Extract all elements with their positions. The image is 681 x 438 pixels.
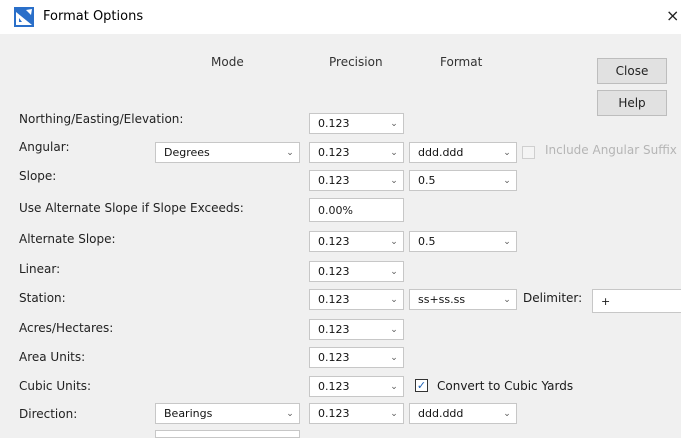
column-header-precision: Precision <box>329 55 383 69</box>
slope-label: Slope: <box>19 169 57 183</box>
include-angular-suffix-checkbox[interactable] <box>522 146 535 159</box>
direction-precision-value: 0.123 <box>318 407 350 420</box>
chevron-down-icon: ⌄ <box>390 294 398 305</box>
chevron-down-icon: ⌄ <box>503 175 511 186</box>
chevron-down-icon: ⌄ <box>286 147 294 158</box>
alternate-slope-label: Alternate Slope: <box>19 232 116 246</box>
include-angular-suffix-label: Include Angular Suffix <box>545 143 677 157</box>
chevron-down-icon: ⌄ <box>390 266 398 277</box>
station-label: Station: <box>19 291 66 305</box>
chevron-down-icon: ⌄ <box>286 408 294 419</box>
chevron-down-icon: ⌄ <box>503 408 511 419</box>
northing-precision-value: 0.123 <box>318 117 350 130</box>
acres-hectares-label: Acres/Hectares: <box>19 321 114 335</box>
linear-precision-dropdown[interactable]: 0.123 ⌄ <box>309 261 404 282</box>
title-bar: Format Options × <box>0 0 681 34</box>
alternate-slope-format-dropdown[interactable]: 0.5 ⌄ <box>409 231 517 252</box>
angular-mode-dropdown[interactable]: Degrees ⌄ <box>155 142 300 163</box>
angular-format-dropdown[interactable]: ddd.ddd ⌄ <box>409 142 517 163</box>
chevron-down-icon: ⌄ <box>390 236 398 247</box>
chevron-down-icon: ⌄ <box>390 381 398 392</box>
direction-mode-value: Bearings <box>164 407 213 420</box>
acres-precision-value: 0.123 <box>318 323 350 336</box>
angular-label: Angular: <box>19 140 70 154</box>
close-button[interactable]: Close <box>597 58 667 84</box>
window-title: Format Options <box>43 9 144 24</box>
alternate-slope-precision-value: 0.123 <box>318 235 350 248</box>
cubic-units-label: Cubic Units: <box>19 379 92 393</box>
close-icon[interactable]: × <box>666 6 679 25</box>
station-precision-dropdown[interactable]: 0.123 ⌄ <box>309 289 404 310</box>
direction-format-value: ddd.ddd <box>418 407 464 420</box>
help-button[interactable]: Help <box>597 90 667 116</box>
station-format-value: ss+ss.ss <box>418 293 466 306</box>
use-alternate-slope-label: Use Alternate Slope if Slope Exceeds: <box>19 201 244 215</box>
slope-format-dropdown[interactable]: 0.5 ⌄ <box>409 170 517 191</box>
cubic-precision-value: 0.123 <box>318 380 350 393</box>
chevron-down-icon: ⌄ <box>390 147 398 158</box>
linear-label: Linear: <box>19 262 61 276</box>
slope-format-value: 0.5 <box>418 174 436 187</box>
linear-precision-value: 0.123 <box>318 265 350 278</box>
station-precision-value: 0.123 <box>318 293 350 306</box>
next-row-dropdown[interactable] <box>155 430 300 438</box>
chevron-down-icon: ⌄ <box>503 294 511 305</box>
chevron-down-icon: ⌄ <box>503 147 511 158</box>
chevron-down-icon: ⌄ <box>390 352 398 363</box>
direction-mode-dropdown[interactable]: Bearings ⌄ <box>155 403 300 424</box>
area-units-label: Area Units: <box>19 350 86 364</box>
pen-triangle-icon <box>14 7 34 27</box>
use-alternate-slope-input[interactable]: 0.00% <box>309 198 404 222</box>
convert-cubic-yards-checkbox[interactable]: ✓ <box>415 379 428 392</box>
angular-format-value: ddd.ddd <box>418 146 464 159</box>
area-precision-dropdown[interactable]: 0.123 ⌄ <box>309 347 404 368</box>
chevron-down-icon: ⌄ <box>390 324 398 335</box>
angular-precision-dropdown[interactable]: 0.123 ⌄ <box>309 142 404 163</box>
alternate-slope-format-value: 0.5 <box>418 235 436 248</box>
northing-label: Northing/Easting/Elevation: <box>19 112 184 126</box>
column-header-format: Format <box>440 55 483 69</box>
direction-precision-dropdown[interactable]: 0.123 ⌄ <box>309 403 404 424</box>
angular-precision-value: 0.123 <box>318 146 350 159</box>
alternate-slope-precision-dropdown[interactable]: 0.123 ⌄ <box>309 231 404 252</box>
delimiter-input[interactable]: + <box>592 289 681 313</box>
delimiter-label: Delimiter: <box>523 291 583 305</box>
slope-precision-value: 0.123 <box>318 174 350 187</box>
chevron-down-icon: ⌄ <box>390 175 398 186</box>
cubic-precision-dropdown[interactable]: 0.123 ⌄ <box>309 376 404 397</box>
checkmark-icon: ✓ <box>416 379 427 392</box>
chevron-down-icon: ⌄ <box>390 118 398 129</box>
slope-precision-dropdown[interactable]: 0.123 ⌄ <box>309 170 404 191</box>
angular-mode-value: Degrees <box>164 146 210 159</box>
convert-cubic-yards-label: Convert to Cubic Yards <box>437 379 574 393</box>
station-format-dropdown[interactable]: ss+ss.ss ⌄ <box>409 289 517 310</box>
direction-format-dropdown[interactable]: ddd.ddd ⌄ <box>409 403 517 424</box>
direction-label: Direction: <box>19 407 78 421</box>
acres-precision-dropdown[interactable]: 0.123 ⌄ <box>309 319 404 340</box>
northing-precision-dropdown[interactable]: 0.123 ⌄ <box>309 113 404 134</box>
area-precision-value: 0.123 <box>318 351 350 364</box>
chevron-down-icon: ⌄ <box>390 408 398 419</box>
column-header-mode: Mode <box>211 55 244 69</box>
chevron-down-icon: ⌄ <box>503 236 511 247</box>
